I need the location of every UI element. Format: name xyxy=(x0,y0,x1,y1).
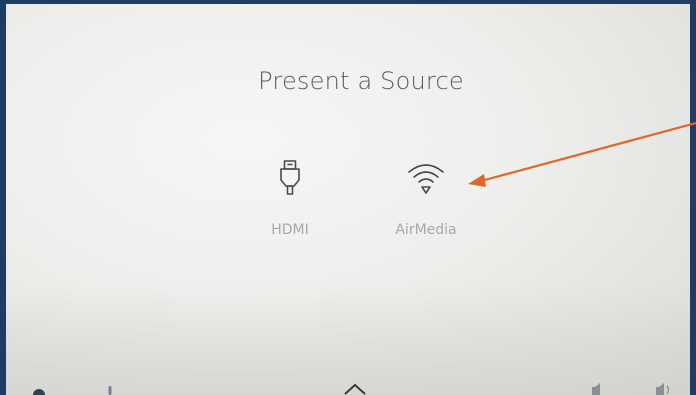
page-title: Present a Source xyxy=(258,67,464,95)
source-hdmi-button[interactable]: HDMI xyxy=(245,158,335,238)
wifi-icon xyxy=(408,164,444,194)
chevron-up-icon[interactable] xyxy=(342,381,368,395)
volume-down-icon[interactable] xyxy=(590,381,604,395)
display-bezel: Present a Source HDMI AirMedia xyxy=(0,0,696,395)
source-airmedia-button[interactable]: AirMedia xyxy=(381,158,471,238)
bottom-toolbar xyxy=(0,369,696,395)
microphone-icon[interactable] xyxy=(106,385,114,395)
source-label-hdmi: HDMI xyxy=(271,222,309,238)
hdmi-plug-icon xyxy=(280,160,300,195)
touch-panel-screen: Present a Source HDMI AirMedia xyxy=(6,4,690,395)
info-icon[interactable] xyxy=(32,385,46,395)
volume-up-icon[interactable] xyxy=(654,381,676,395)
source-label-airmedia: AirMedia xyxy=(395,222,457,238)
